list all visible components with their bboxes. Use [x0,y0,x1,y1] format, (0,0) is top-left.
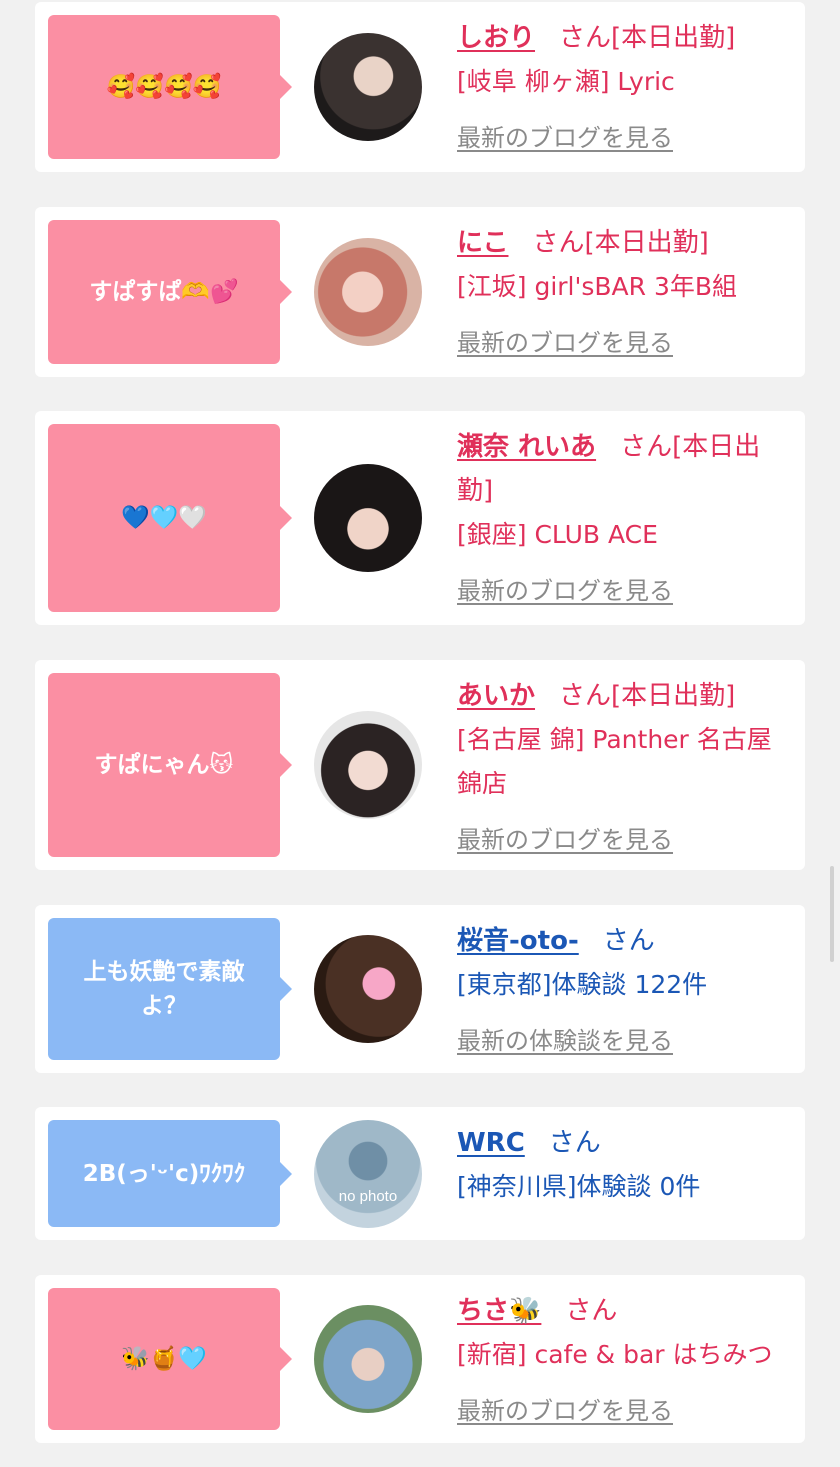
status-text: さん [565,1296,618,1326]
user-name-link[interactable]: WRC [457,1128,525,1158]
avatar[interactable] [314,33,422,141]
user-name-link[interactable]: しおり [457,23,535,53]
message-card: すぱにゃん😽 あいか さん[本日出勤] [名古屋 錦] Panther 名古屋錦店… [35,660,805,870]
latest-review-link[interactable]: 最新の体験談を見る [457,1021,673,1056]
no-photo-label: no photo [338,1188,398,1205]
status-text: さん [548,1128,601,1158]
message-card: 🥰🥰🥰🥰 しおり さん[本日出勤] [岐阜 柳ヶ瀬] Lyric 最新のブログを見… [35,2,805,172]
latest-blog-link[interactable]: 最新のブログを見る [457,118,673,153]
comment-bubble: すぱすぱ🫶💕 [48,220,292,364]
message-card: 💙🩵🤍 瀬奈 れいあ さん[本日出勤] [銀座] CLUB ACE 最新のブログを… [35,411,805,625]
comment-bubble: 💙🩵🤍 [48,424,292,612]
latest-blog-link[interactable]: 最新のブログを見る [457,820,673,855]
comment-bubble: 上も妖艶で素敵よ？ [48,918,292,1060]
user-name-link[interactable]: にこ [457,228,508,258]
status-text: さん [602,926,655,956]
latest-blog-link[interactable]: 最新のブログを見る [457,323,673,358]
shop-info: [新宿] cafe & bar はちみつ [457,1340,773,1369]
user-name-link[interactable]: ちさ🐝 [457,1296,541,1326]
status-text: さん[本日出勤] [559,681,736,711]
review-count: [神奈川県]体験談 0件 [457,1172,701,1201]
message-card: 🐝🍯🩵 ちさ🐝 さん [新宿] cafe & bar はちみつ 最新のブログを見る [35,1275,805,1443]
avatar[interactable] [314,464,422,572]
avatar[interactable] [314,935,422,1043]
avatar[interactable] [314,1305,422,1413]
latest-blog-link[interactable]: 最新のブログを見る [457,571,673,606]
status-text: さん[本日出勤] [559,23,736,53]
shop-info: [岐阜 柳ヶ瀬] Lyric [457,67,675,96]
user-name-link[interactable]: 瀬奈 れいあ [457,432,596,462]
message-card: 2B(っ'ᵕ'c)ﾜｸﾜｸ no photo WRC さん [神奈川県]体験談 0… [35,1107,805,1240]
avatar[interactable] [314,711,422,819]
message-card: 上も妖艶で素敵よ？ 桜音-oto- さん [東京都]体験談 122件 最新の体験談… [35,905,805,1073]
review-count: [東京都]体験談 122件 [457,970,708,999]
shop-info: [名古屋 錦] Panther 名古屋錦店 [457,725,772,798]
latest-blog-link[interactable]: 最新のブログを見る [457,1391,673,1426]
comment-bubble: すぱにゃん😽 [48,673,292,857]
avatar[interactable]: no photo [314,1120,422,1228]
comment-bubble: 🐝🍯🩵 [48,1288,292,1430]
shop-info: [江坂] girl'sBAR 3年B組 [457,272,738,301]
user-name-link[interactable]: あいか [457,681,535,711]
avatar[interactable] [314,238,422,346]
scrollbar[interactable] [830,866,834,962]
shop-info: [銀座] CLUB ACE [457,520,658,549]
status-text: さん[本日出勤] [532,228,709,258]
comment-bubble: 🥰🥰🥰🥰 [48,15,292,159]
user-name-link[interactable]: 桜音-oto- [457,926,579,956]
comment-bubble: 2B(っ'ᵕ'c)ﾜｸﾜｸ [48,1120,292,1227]
message-card: すぱすぱ🫶💕 にこ さん[本日出勤] [江坂] girl'sBAR 3年B組 最新… [35,207,805,377]
